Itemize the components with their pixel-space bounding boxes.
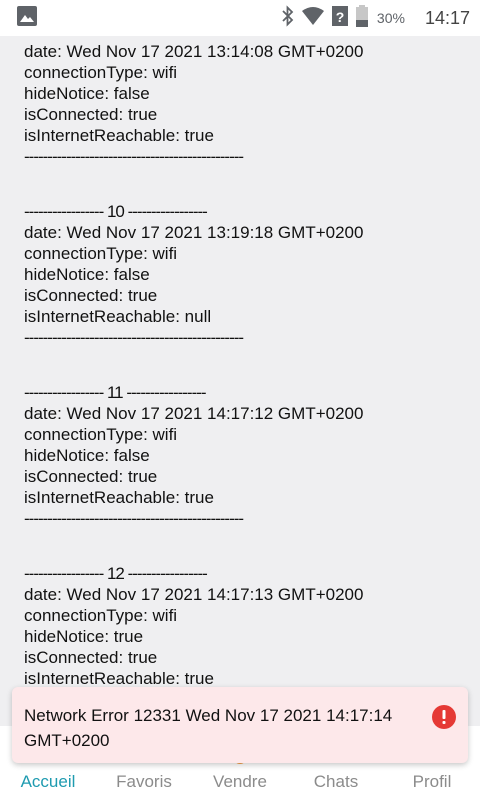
log-connection-type: connectionType: wifi [24, 244, 178, 263]
log-connection-type: connectionType: wifi [24, 63, 178, 82]
log-entry-footer: ----------------------------------------… [24, 509, 244, 528]
log-is-connected: isConnected: true [24, 286, 158, 305]
nav-item-profil[interactable]: Profil [384, 772, 480, 792]
log-connection-type: connectionType: wifi [24, 606, 178, 625]
clock: 14:17 [424, 7, 470, 28]
log-entry-footer: ----------------------------------------… [24, 328, 244, 347]
status-bar: ? 30% 14:17 [0, 0, 480, 36]
nav-item-vendre[interactable]: Vendre [192, 772, 288, 792]
log-entry-header: ----------------- 11 ----------------- [24, 383, 207, 402]
log-is-connected: isConnected: true [24, 467, 158, 486]
log-hide-notice: hideNotice: false [24, 446, 150, 465]
log-date: date: Wed Nov 17 2021 14:17:12 GMT+0200 [24, 404, 364, 423]
bottom-navigation: Accueil Favoris Vendre Chats Profil [0, 764, 480, 800]
svg-text:?: ? [336, 9, 345, 25]
log-is-internet-reachable: isInternetReachable: true [24, 669, 214, 688]
log-is-connected: isConnected: true [24, 105, 158, 124]
log-entry-header: ----------------- 12 ----------------- [24, 564, 208, 583]
log-is-internet-reachable: isInternetReachable: null [24, 307, 212, 326]
network-log: ----------------- 9 ----------------- da… [24, 20, 444, 744]
image-icon [16, 5, 38, 32]
battery-percent: 30% [376, 10, 405, 26]
log-connection-type: connectionType: wifi [24, 425, 178, 444]
network-error-toast[interactable]: Network Error 12331 Wed Nov 17 2021 14:1… [12, 687, 468, 763]
log-entry: ----------------- 9 ----------------- da… [24, 20, 444, 167]
log-is-internet-reachable: isInternetReachable: true [24, 488, 214, 507]
log-entry-footer: ----------------------------------------… [24, 147, 244, 166]
log-hide-notice: hideNotice: false [24, 84, 150, 103]
signal-unknown-icon: ? [331, 5, 349, 32]
nav-item-favoris[interactable]: Favoris [96, 772, 192, 792]
log-hide-notice: hideNotice: true [24, 627, 144, 646]
bluetooth-icon [281, 4, 295, 32]
log-entry-header: ----------------- 10 ----------------- [24, 202, 208, 221]
log-entry: ----------------- 10 ----------------- d… [24, 201, 444, 348]
nav-item-chats[interactable]: Chats [288, 772, 384, 792]
log-date: date: Wed Nov 17 2021 14:17:13 GMT+0200 [24, 585, 364, 604]
battery-icon [355, 4, 369, 32]
error-icon [432, 705, 456, 729]
wifi-icon [301, 6, 325, 31]
toast-message: Network Error 12331 Wed Nov 17 2021 14:1… [24, 706, 393, 750]
log-entry: ----------------- 11 ----------------- d… [24, 382, 444, 529]
log-hide-notice: hideNotice: false [24, 265, 150, 284]
log-date: date: Wed Nov 17 2021 13:14:08 GMT+0200 [24, 42, 364, 61]
log-is-connected: isConnected: true [24, 648, 158, 667]
log-is-internet-reachable: isInternetReachable: true [24, 126, 214, 145]
nav-item-accueil[interactable]: Accueil [0, 772, 96, 792]
log-date: date: Wed Nov 17 2021 13:19:18 GMT+0200 [24, 223, 364, 242]
